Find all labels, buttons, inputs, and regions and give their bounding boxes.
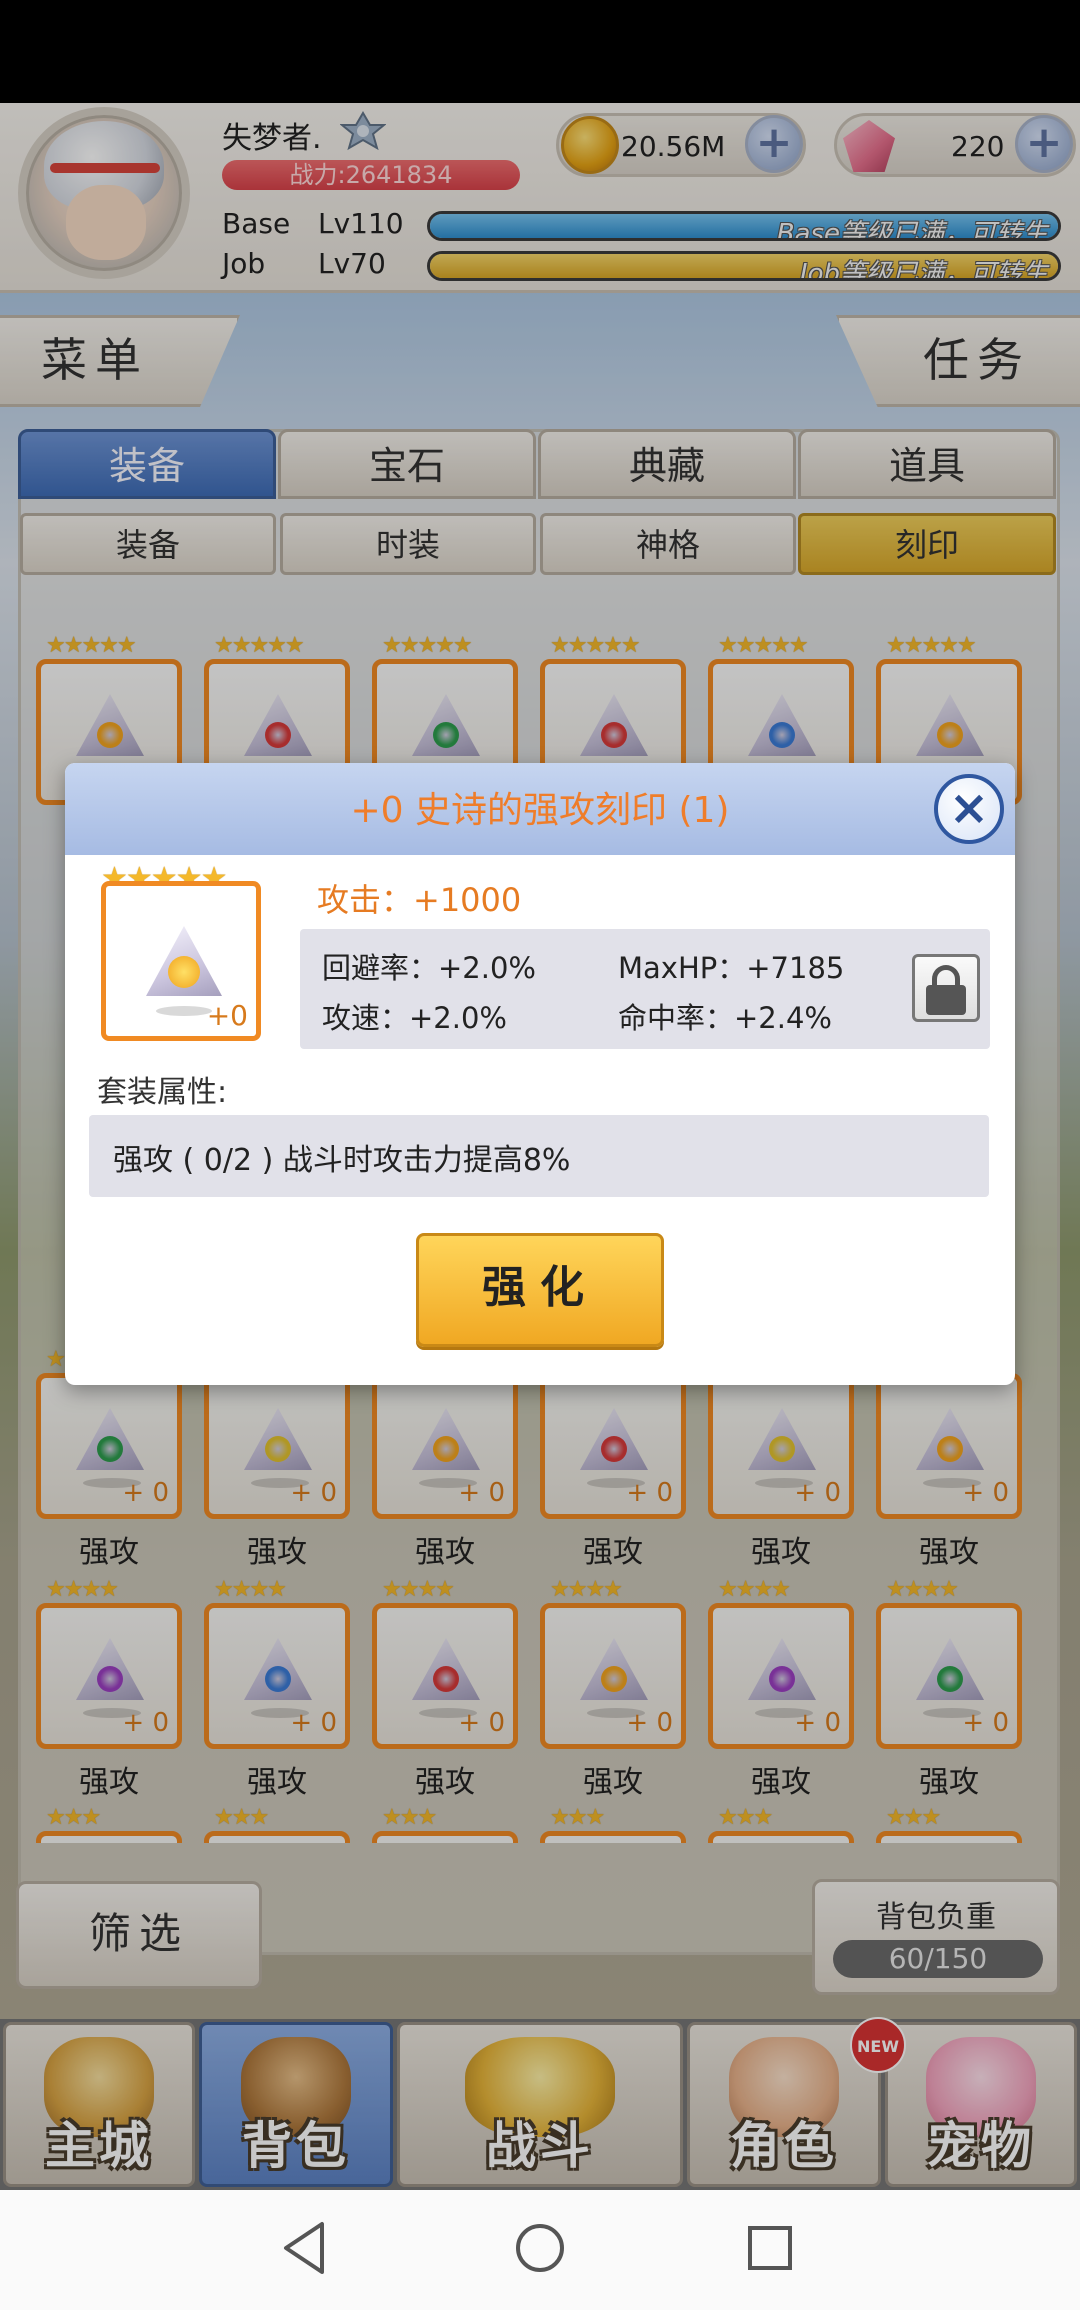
attr-hit-rate: 命中率：+2.4% (618, 1001, 832, 1035)
attribute-box: 回避率：+2.0% MaxHP：+7185 攻速：+2.0% 命中率：+2.4% (300, 929, 990, 1049)
close-icon[interactable]: × (934, 774, 1004, 844)
item-icon: +0 (101, 881, 261, 1041)
item-detail-dialog: +0 史诗的强攻刻印 (1) × ★★★★★ +0 攻击：+1000 回避率：+… (65, 763, 1015, 1385)
set-bonus-label: 套装属性: (97, 1075, 228, 1110)
system-nav-bar (0, 2190, 1080, 2310)
set-bonus-text: 强攻 ( 0/2 ) 战斗时攻击力提高8% (113, 1143, 571, 1178)
dialog-title: +0 史诗的强攻刻印 (1) (350, 790, 730, 831)
item-level: +0 (206, 999, 248, 1032)
attr-maxhp: MaxHP：+7185 (618, 951, 845, 985)
attr-dodge: 回避率：+2.0% (322, 951, 536, 985)
home-icon[interactable] (508, 2216, 572, 2280)
attr-attack-speed: 攻速：+2.0% (322, 1001, 507, 1035)
status-bar (0, 0, 1080, 103)
recents-icon[interactable] (738, 2216, 802, 2280)
dialog-header: +0 史诗的强攻刻印 (1) × (65, 763, 1015, 855)
set-bonus-box: 强攻 ( 0/2 ) 战斗时攻击力提高8% (89, 1115, 989, 1197)
game-viewport: 失梦者. 战力:2641834 Base Lv110 Base等级已满，可转生 … (0, 103, 1080, 2190)
lock-icon[interactable] (912, 954, 980, 1022)
back-icon[interactable] (274, 2216, 338, 2280)
main-attribute: 攻击：+1000 (317, 881, 522, 919)
enhance-button[interactable]: 强化 (416, 1233, 664, 1347)
